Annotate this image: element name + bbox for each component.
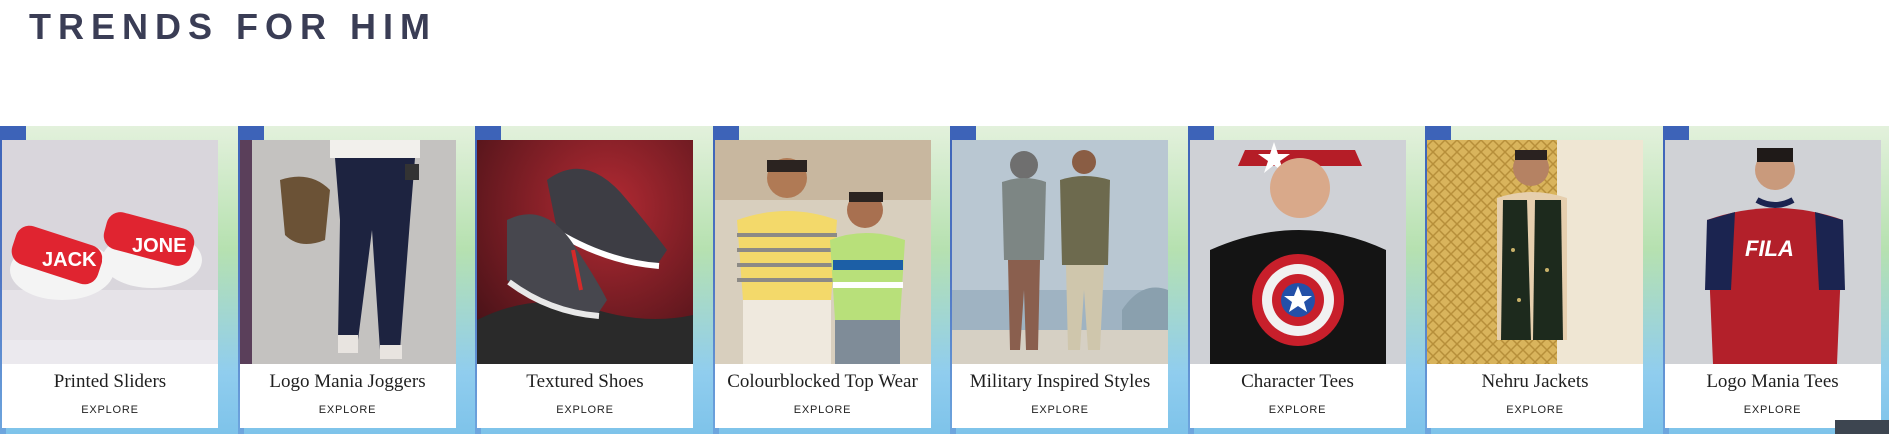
tile-accent-corner [237,126,264,140]
tile-accent-corner [712,126,739,140]
tile-logo-mania-joggers[interactable]: Logo Mania Joggers EXPLORE [237,126,475,434]
tile-label: Textured Shoes [526,371,644,392]
shoes-photo-icon [477,140,693,364]
product-card[interactable]: Textured Shoes EXPLORE [477,140,693,428]
sliders-photo-icon: JACK JONE [2,140,218,364]
svg-text:JONE: JONE [132,235,186,257]
explore-link[interactable]: EXPLORE [1190,404,1406,416]
explore-link[interactable]: EXPLORE [2,404,218,416]
explore-link[interactable]: EXPLORE [240,404,456,416]
tile-nehru-jackets[interactable]: Nehru Jackets EXPLORE [1425,126,1663,434]
tile-printed-sliders[interactable]: JACK JONE Printed Sliders EXPLORE [0,126,238,434]
explore-link[interactable]: EXPLORE [952,404,1168,416]
tile-logo-mania-tees[interactable]: FILA Logo Mania Tees EXPLORE [1662,126,1889,434]
tile-label: Printed Sliders [53,371,167,392]
explore-link[interactable]: EXPLORE [715,404,931,416]
tile-accent-corner [1425,126,1451,140]
joggers-photo-icon [239,140,456,364]
svg-text:FILA: FILA [1745,236,1794,261]
character-tee-photo-icon [1189,140,1406,364]
tile-textured-shoes[interactable]: Textured Shoes EXPLORE [475,126,713,434]
section-title: TRENDS FOR HIM [29,6,437,47]
product-card[interactable]: JACK JONE Printed Sliders EXPLORE [2,140,218,428]
tile-label: Logo Mania Joggers [269,371,426,392]
tile-military-inspired-styles[interactable]: Military Inspired Styles EXPLORE [950,126,1188,434]
tile-character-tees[interactable]: Character Tees EXPLORE [1187,126,1425,434]
logo-tee-photo-icon: FILA [1664,140,1881,364]
tile-label: Military Inspired Styles [969,371,1151,392]
svg-text:JACK: JACK [42,249,97,271]
trends-carousel[interactable]: JACK JONE Printed Sliders EXPLORE Logo M… [0,126,1889,434]
product-card[interactable]: Nehru Jackets EXPLORE [1427,140,1643,428]
topwear-photo-icon [714,140,931,364]
product-card[interactable]: Military Inspired Styles EXPLORE [952,140,1168,428]
tile-label: Colourblocked Top Wear [727,371,918,392]
military-photo-icon [952,140,1168,364]
tile-accent-corner [1662,126,1689,140]
tile-label: Nehru Jackets [1481,371,1589,392]
tile-accent-corner [475,126,501,140]
tile-label: Logo Mania Tees [1706,371,1839,392]
explore-link[interactable]: EXPLORE [1427,404,1643,416]
carousel-scroll-handle[interactable] [1835,420,1889,434]
tile-accent-corner [1187,126,1214,140]
product-card[interactable]: Logo Mania Joggers EXPLORE [239,140,456,428]
nehru-jacket-photo-icon [1427,140,1643,364]
tile-accent-corner [0,126,26,140]
tile-colourblocked-top-wear[interactable]: Colourblocked Top Wear EXPLORE [712,126,950,434]
explore-link[interactable]: EXPLORE [1665,404,1881,416]
product-card[interactable]: Colourblocked Top Wear EXPLORE [714,140,931,428]
product-card[interactable]: Character Tees EXPLORE [1189,140,1406,428]
product-card[interactable]: FILA Logo Mania Tees EXPLORE [1664,140,1881,428]
explore-link[interactable]: EXPLORE [477,404,693,416]
tile-accent-corner [950,126,976,140]
tile-label: Character Tees [1241,371,1354,392]
